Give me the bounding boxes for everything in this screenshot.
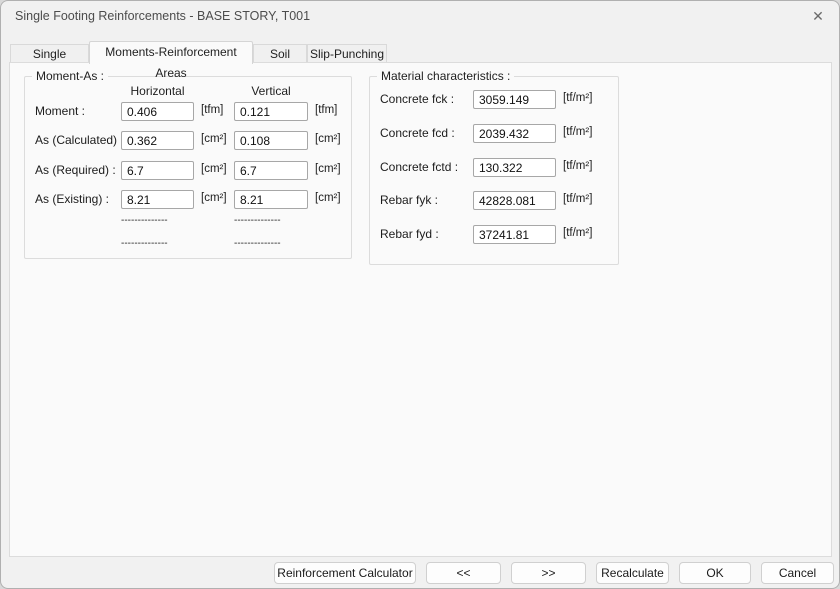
- dash-line: --------------: [121, 238, 168, 249]
- as-calculated-label: As (Calculated) :: [35, 133, 124, 147]
- as-required-label: As (Required) :: [35, 163, 116, 177]
- moment-as-group-title: Moment-As :: [32, 69, 108, 83]
- moment-as-group: Moment-As : Horizontal Vertical Moment :…: [24, 76, 352, 259]
- concrete-fck-label: Concrete fck :: [380, 92, 454, 106]
- as-required-vertical-unit: [cm²]: [315, 163, 341, 175]
- concrete-fctd-label: Concrete fctd :: [380, 160, 458, 174]
- rebar-fyd-label: Rebar fyd :: [380, 227, 439, 241]
- concrete-fcd-label: Concrete fcd :: [380, 126, 455, 140]
- window-title: Single Footing Reinforcements - BASE STO…: [15, 1, 310, 31]
- as-calculated-vertical-unit: [cm²]: [315, 133, 341, 145]
- rebar-fyk-input[interactable]: [473, 191, 556, 210]
- reinforcement-calculator-button[interactable]: Reinforcement Calculator: [274, 562, 416, 584]
- close-button[interactable]: ✕: [797, 1, 839, 31]
- dash-line: --------------: [234, 215, 281, 226]
- concrete-fctd-input[interactable]: [473, 158, 556, 177]
- material-group-title: Material characteristics :: [377, 69, 514, 83]
- concrete-fctd-unit: [tf/m²]: [563, 160, 592, 172]
- as-calculated-vertical-input[interactable]: [234, 131, 308, 150]
- as-existing-label: As (Existing) :: [35, 192, 109, 206]
- moment-vertical-unit: [tfm]: [315, 104, 337, 116]
- concrete-fck-input[interactable]: [473, 90, 556, 109]
- moment-horizontal-input[interactable]: [121, 102, 194, 121]
- column-header-horizontal: Horizontal: [121, 84, 194, 98]
- ok-button[interactable]: OK: [679, 562, 751, 584]
- column-header-vertical: Vertical: [234, 84, 308, 98]
- previous-button[interactable]: <<: [426, 562, 501, 584]
- as-required-vertical-input[interactable]: [234, 161, 308, 180]
- as-existing-vertical-input[interactable]: [234, 190, 308, 209]
- as-calculated-horizontal-input[interactable]: [121, 131, 194, 150]
- as-required-horizontal-unit: [cm²]: [201, 163, 227, 175]
- next-button[interactable]: >>: [511, 562, 586, 584]
- moment-label: Moment :: [35, 104, 85, 118]
- dash-line: --------------: [234, 238, 281, 249]
- tab-moments-reinforcement-areas[interactable]: Moments-Reinforcement Areas: [89, 41, 253, 64]
- concrete-fck-unit: [tf/m²]: [563, 92, 592, 104]
- material-characteristics-group: Material characteristics : Concrete fck …: [369, 76, 619, 265]
- dash-line: --------------: [121, 215, 168, 226]
- rebar-fyk-unit: [tf/m²]: [563, 193, 592, 205]
- tab-single-footings[interactable]: Single Footings: [10, 44, 89, 62]
- as-existing-horizontal-unit: [cm²]: [201, 192, 227, 204]
- tab-page-moments: Moment-As : Horizontal Vertical Moment :…: [9, 62, 832, 557]
- recalculate-button[interactable]: Recalculate: [596, 562, 669, 584]
- as-existing-horizontal-input[interactable]: [121, 190, 194, 209]
- title-bar[interactable]: Single Footing Reinforcements - BASE STO…: [1, 1, 839, 31]
- rebar-fyd-input[interactable]: [473, 225, 556, 244]
- concrete-fcd-input[interactable]: [473, 124, 556, 143]
- moment-horizontal-unit: [tfm]: [201, 104, 223, 116]
- as-existing-vertical-unit: [cm²]: [315, 192, 341, 204]
- rebar-fyk-label: Rebar fyk :: [380, 193, 438, 207]
- as-required-horizontal-input[interactable]: [121, 161, 194, 180]
- concrete-fcd-unit: [tf/m²]: [563, 126, 592, 138]
- rebar-fyd-unit: [tf/m²]: [563, 227, 592, 239]
- tab-soil-stress[interactable]: Soil Stress: [253, 44, 307, 62]
- moment-vertical-input[interactable]: [234, 102, 308, 121]
- tab-slip-punching[interactable]: Slip-Punching: [307, 44, 387, 62]
- cancel-button[interactable]: Cancel: [761, 562, 834, 584]
- single-footing-reinforcements-dialog: Single Footing Reinforcements - BASE STO…: [0, 0, 840, 589]
- as-calculated-horizontal-unit: [cm²]: [201, 133, 227, 145]
- close-icon: ✕: [812, 8, 824, 24]
